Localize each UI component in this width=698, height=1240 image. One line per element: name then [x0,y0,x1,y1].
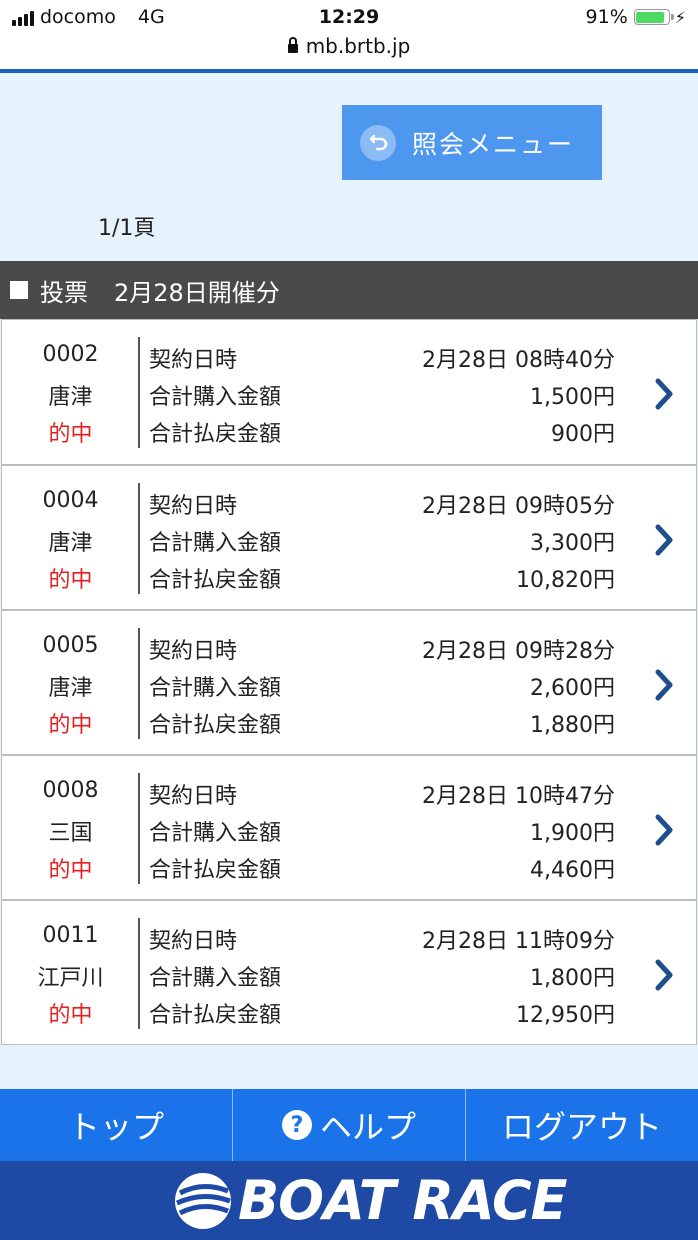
back-arrow-icon [360,124,396,161]
contract-time-value: 2月28日 09時28分 [422,639,615,664]
chevron-right-icon[interactable] [650,376,678,412]
status-bar: docomo 4G 12:29 mb.brtb.jp 91% ⚡︎ [0,0,698,70]
purchase-value: 1,800円 [530,966,615,991]
purchase-label: 合計購入金額 [149,531,282,556]
contract-time-label: 契約日時 [149,929,238,954]
purchase-value: 3,300円 [530,531,615,556]
card-divider [138,483,140,594]
result-status: 的中 [48,1003,93,1028]
section-title: 投票 [40,278,88,307]
logout-label: ログアウト [501,1108,662,1146]
record-id-column: 0011 江戸川 的中 [2,901,139,1044]
header-divider [0,69,698,73]
brand-name: BOAT RACE [238,1169,568,1232]
record-id-column: 0004 唐津 的中 [2,466,139,609]
contract-time-value: 2月28日 10時47分 [422,784,615,809]
venue-name: 唐津 [48,531,93,556]
refund-label: 合計払戻金額 [149,1003,282,1028]
record-number: 0005 [42,633,99,658]
card-divider [138,918,140,1029]
battery-status: 91% ⚡︎ [586,6,686,28]
top-label: トップ [67,1108,164,1146]
top-button[interactable]: トップ [0,1089,233,1161]
vote-record-card[interactable]: 0005 唐津 的中 契約日時 2月28日 09時28分 合計購入金額 2,60… [1,610,697,755]
help-label: ヘルプ [319,1108,416,1146]
section-header: 投票 2月28日開催分 [0,261,698,319]
chevron-right-icon[interactable] [650,957,678,993]
contract-time-value: 2月28日 08時40分 [422,348,615,373]
vote-record-card[interactable]: 0002 唐津 的中 契約日時 2月28日 08時40分 合計購入金額 1,50… [1,319,697,465]
page-indicator: 1/1頁 [98,216,156,241]
brand-footer: BOAT RACE [0,1161,698,1240]
result-status: 的中 [48,713,93,738]
result-status: 的中 [48,568,93,593]
venue-name: 唐津 [48,676,93,701]
venue-name: 三国 [48,821,93,846]
contract-time-label: 契約日時 [149,784,238,809]
venue-name: 唐津 [48,385,93,410]
bottom-nav: トップ ? ヘルプ ログアウト [0,1089,698,1161]
help-button[interactable]: ? ヘルプ [233,1089,466,1161]
inquiry-menu-button[interactable]: 照会メニュー [342,105,602,180]
battery-percent: 91% [585,6,628,28]
record-id-column: 0005 唐津 的中 [2,611,139,754]
refund-value: 12,950円 [516,1003,615,1028]
chevron-right-icon[interactable] [650,522,678,558]
charging-icon: ⚡︎ [674,7,686,27]
record-number: 0011 [42,923,99,948]
help-icon: ? [281,1110,312,1140]
record-number: 0004 [42,488,99,513]
battery-icon [633,9,674,25]
inquiry-menu-label: 照会メニュー [412,129,575,159]
record-id-column: 0008 三国 的中 [2,756,139,899]
contract-time-value: 2月28日 09時05分 [422,494,615,519]
result-status: 的中 [48,422,93,447]
result-status: 的中 [48,858,93,883]
refund-label: 合計払戻金額 [149,858,282,883]
purchase-value: 2,600円 [530,676,615,701]
refund-label: 合計払戻金額 [149,568,282,593]
chevron-right-icon[interactable] [650,812,678,848]
refund-value: 4,460円 [530,858,615,883]
refund-value: 10,820円 [516,568,615,593]
vote-record-list: 0002 唐津 的中 契約日時 2月28日 08時40分 合計購入金額 1,50… [1,319,697,1045]
purchase-label: 合計購入金額 [149,676,282,701]
url-text: mb.brtb.jp [305,34,411,58]
section-date: 2月28日開催分 [114,278,280,307]
boat-race-logo-icon [175,1173,231,1229]
contract-time-label: 契約日時 [149,494,238,519]
refund-value: 1,880円 [530,713,615,738]
record-number: 0002 [42,342,99,367]
contract-time-label: 契約日時 [149,639,238,664]
purchase-label: 合計購入金額 [149,821,282,846]
refund-value: 900円 [551,422,615,447]
logout-button[interactable]: ログアウト [466,1089,698,1161]
lock-icon [287,37,298,53]
vote-record-card[interactable]: 0008 三国 的中 契約日時 2月28日 10時47分 合計購入金額 1,90… [1,755,697,900]
contract-time-label: 契約日時 [149,348,238,373]
purchase-value: 1,900円 [530,821,615,846]
venue-name: 江戸川 [37,966,104,991]
vote-record-card[interactable]: 0011 江戸川 的中 契約日時 2月28日 11時09分 合計購入金額 1,8… [1,900,697,1045]
card-divider [138,773,140,884]
refund-label: 合計払戻金額 [149,422,282,447]
card-divider [138,628,140,739]
purchase-label: 合計購入金額 [149,966,282,991]
chevron-right-icon[interactable] [650,667,678,703]
square-icon [10,281,28,299]
vote-record-card[interactable]: 0004 唐津 的中 契約日時 2月28日 09時05分 合計購入金額 3,30… [1,465,697,610]
refund-label: 合計払戻金額 [149,713,282,738]
purchase-value: 1,500円 [530,385,615,410]
url-bar[interactable]: mb.brtb.jp [0,34,698,58]
purchase-label: 合計購入金額 [149,385,282,410]
record-id-column: 0002 唐津 的中 [2,320,139,464]
card-divider [138,337,140,448]
record-number: 0008 [42,778,99,803]
contract-time-value: 2月28日 11時09分 [422,929,615,954]
